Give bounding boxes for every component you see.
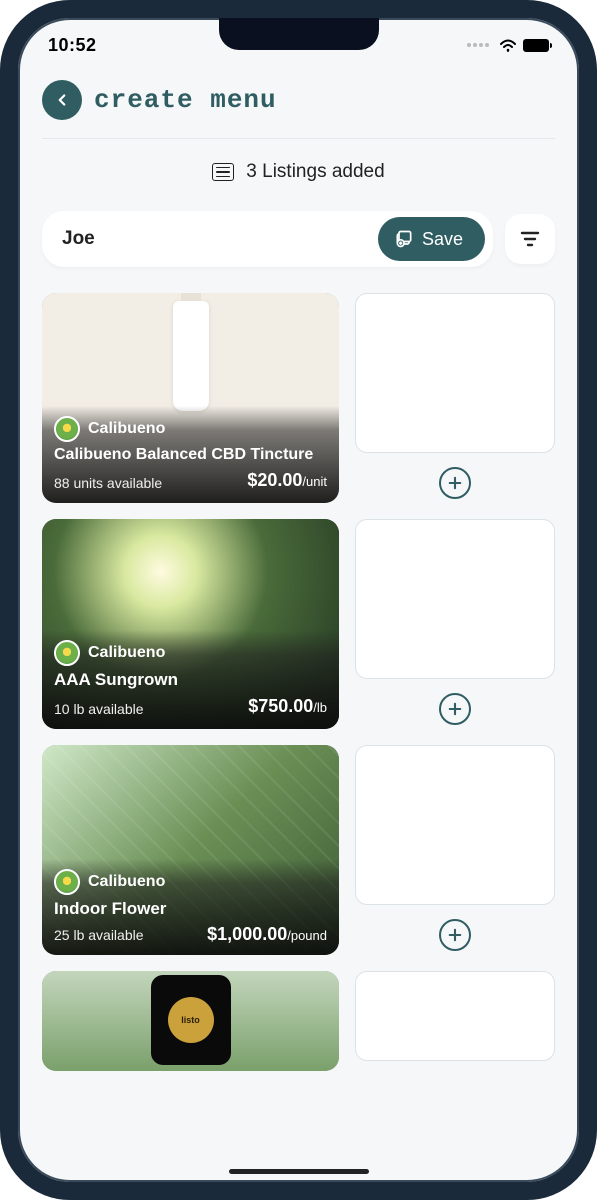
phone-notch [219,18,379,50]
save-icon [394,230,414,248]
status-icons [467,38,549,52]
product-card[interactable]: Calibueno Calibueno Balanced CBD Tinctur… [42,293,339,503]
listings-count-text: 3 Listings added [246,161,384,183]
availability-text: 88 units available [54,475,162,491]
brand-name: Calibueno [88,873,165,891]
back-button[interactable] [42,80,82,120]
battery-icon [523,39,549,52]
plus-icon [446,926,464,944]
plus-icon [446,474,464,492]
slot-placeholder [355,971,555,1061]
page-title: create menu [94,85,277,115]
availability-text: 25 lb available [54,927,144,943]
brand-name: Calibueno [88,644,165,662]
empty-slot [355,971,555,1071]
menu-name-input[interactable] [62,228,378,250]
brand-name: Calibueno [88,420,165,438]
product-image: listo [42,971,339,1071]
brand-badge-icon [54,640,80,666]
empty-slot [355,745,555,955]
price-text: $1,000.00/pound [207,925,327,943]
status-time: 10:52 [48,35,97,56]
add-listing-button[interactable] [439,467,471,499]
empty-slot [355,519,555,729]
product-title: Calibueno Balanced CBD Tincture [54,446,327,464]
chevron-left-icon [53,91,71,109]
availability-text: 10 lb available [54,701,144,717]
empty-slot [355,293,555,503]
product-card[interactable]: listo [42,971,339,1071]
price-text: $20.00/unit [247,470,327,491]
slot-placeholder [355,293,555,453]
product-title: AAA Sungrown [54,670,327,690]
product-card[interactable]: Calibueno Indoor Flower 25 lb available … [42,745,339,955]
brand-badge-icon [54,416,80,442]
product-title: Indoor Flower [54,899,327,919]
listo-badge-icon: listo [168,997,214,1043]
brand-badge-icon [54,869,80,895]
slot-placeholder [355,519,555,679]
filter-icon [519,229,541,249]
filter-button[interactable] [505,214,555,264]
price-text: $750.00/lb [248,696,327,717]
add-listing-button[interactable] [439,693,471,725]
slot-placeholder [355,745,555,905]
save-button[interactable]: Save [378,217,485,261]
home-indicator [229,1169,369,1174]
wifi-icon [499,38,517,52]
plus-icon [446,700,464,718]
product-card[interactable]: Calibueno AAA Sungrown 10 lb available $… [42,519,339,729]
save-label: Save [422,229,463,250]
cell-signal-icon [467,43,489,47]
add-listing-button[interactable] [439,919,471,951]
list-icon [212,163,234,181]
menu-name-card: Save [42,211,493,267]
listings-summary: 3 Listings added [42,139,555,211]
